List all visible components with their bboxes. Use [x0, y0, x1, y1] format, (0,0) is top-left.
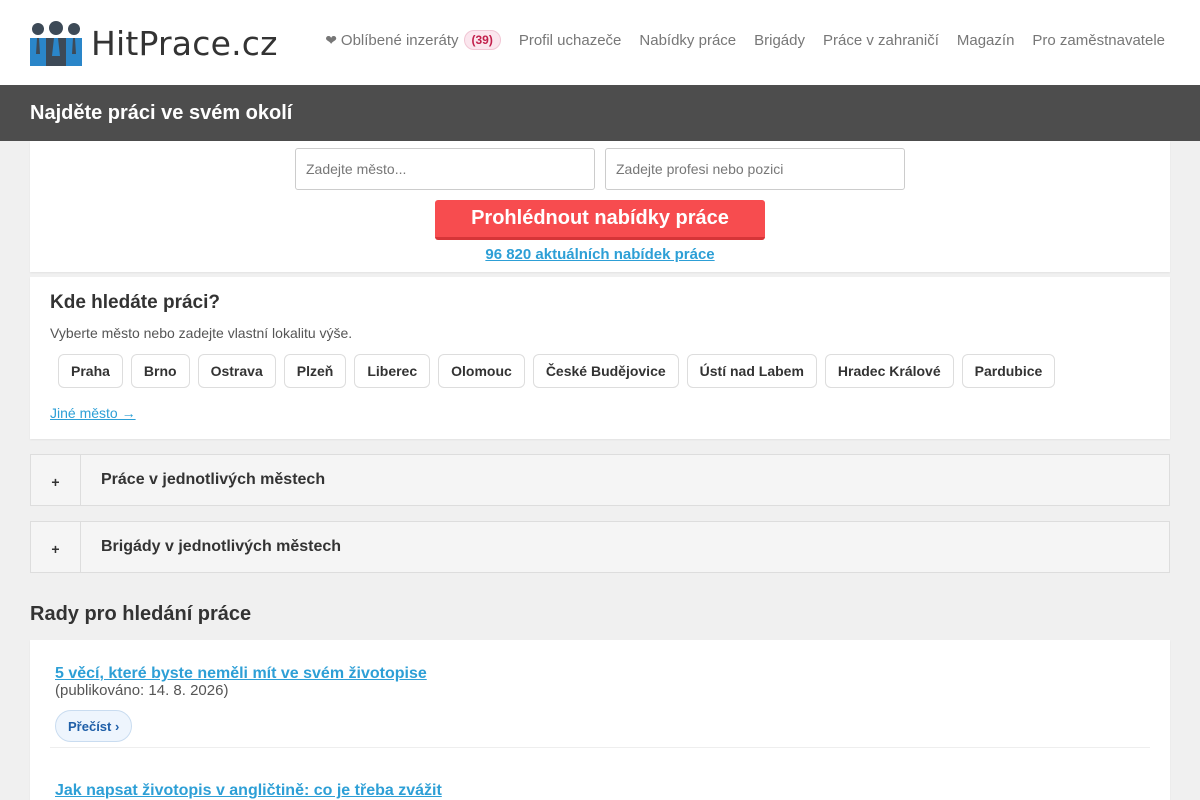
article-title-link[interactable]: 5 věcí, které byste neměli mít ve svém ž…: [55, 665, 427, 683]
accordion-jobs-by-city[interactable]: + Práce v jednotlivých městech: [30, 454, 1170, 506]
nav-job-offers[interactable]: Nabídky práce: [639, 32, 736, 49]
city-button-brno[interactable]: Brno: [130, 354, 190, 388]
accordion-part-time-by-city[interactable]: + Brigády v jednotlivých městech: [30, 521, 1170, 573]
nav-jobs-abroad[interactable]: Práce v zahraničí: [823, 32, 939, 49]
other-city-link[interactable]: Jiné město →: [50, 405, 136, 421]
nav-for-employers[interactable]: Pro zaměstnavatele: [1032, 32, 1165, 49]
city-button-ceske-budejovice[interactable]: České Budějovice: [532, 354, 679, 388]
city-button-hradec-kralove[interactable]: Hradec Králové: [824, 354, 954, 388]
expand-toggle[interactable]: +: [31, 455, 81, 505]
city-button-liberec[interactable]: Liberec: [354, 354, 431, 388]
city-button-plzen[interactable]: Plzeň: [283, 354, 347, 388]
nav-favorites-label: Oblíbené inzeráty: [340, 31, 459, 49]
logo-text: HitPrace.cz: [91, 23, 278, 63]
city-button-usti-nad-labem[interactable]: Ústí nad Labem: [686, 354, 817, 388]
article-date: (publikováno: 14. 8. 2026): [55, 682, 229, 699]
nav-candidate-profile[interactable]: Profil uchazeče: [519, 32, 622, 49]
location-subtitle: Vyberte město nebo zadejte vlastní lokal…: [50, 325, 353, 341]
list-item: 5 věcí, které byste neměli mít ve svém ž…: [50, 640, 1150, 748]
tips-heading: Rady pro hledání práce: [30, 603, 252, 625]
favorites-count-badge: (39): [463, 30, 501, 50]
accordion-label: Brigády v jednotlivých městech: [101, 538, 342, 555]
nav-favorites[interactable]: ❤ Oblíbené inzeráty (39): [325, 30, 501, 50]
city-search-input[interactable]: [295, 148, 595, 190]
browse-jobs-button[interactable]: Prohlédnout nabídky práce: [435, 200, 765, 240]
location-heading: Kde hledáte práci?: [50, 292, 220, 313]
city-button-olomouc[interactable]: Olomouc: [438, 354, 525, 388]
city-button-praha[interactable]: Praha: [58, 354, 123, 388]
tips-list: 5 věcí, které byste neměli mít ve svém ž…: [30, 640, 1170, 800]
search-panel: Prohlédnout nabídky práce 96 820 aktuáln…: [30, 141, 1170, 272]
job-count-link[interactable]: 96 820 aktuálních nabídek práce: [30, 246, 1170, 263]
heart-icon: ❤: [325, 31, 337, 48]
nav-part-time-jobs[interactable]: Brigády: [754, 32, 805, 49]
page-title: Najděte práci ve svém okolí: [30, 102, 293, 124]
expand-toggle[interactable]: +: [31, 522, 81, 572]
job-search-input[interactable]: [605, 148, 905, 190]
city-button-ostrava[interactable]: Ostrava: [197, 354, 276, 388]
main-nav: ❤ Oblíbené inzeráty (39) Profil uchazeče…: [325, 28, 1165, 52]
location-panel: Kde hledáte práci? Vyberte město nebo za…: [30, 277, 1170, 439]
page-banner: Najděte práci ve svém okolí: [0, 85, 1200, 141]
accordion-label: Práce v jednotlivých městech: [101, 471, 326, 488]
read-more-button[interactable]: Přečíst ›: [55, 710, 133, 742]
article-title-link[interactable]: Jak napsat životopis v angličtině: co je…: [55, 782, 442, 800]
city-list: Praha Brno Ostrava Plzeň Liberec Olomouc…: [58, 354, 1063, 388]
nav-magazine[interactable]: Magazín: [957, 32, 1015, 49]
city-button-pardubice[interactable]: Pardubice: [961, 354, 1056, 388]
people-group-icon: [30, 21, 82, 66]
site-logo[interactable]: HitPrace.cz: [30, 19, 278, 67]
site-header: HitPrace.cz ❤ Oblíbené inzeráty (39) Pro…: [0, 0, 1200, 85]
